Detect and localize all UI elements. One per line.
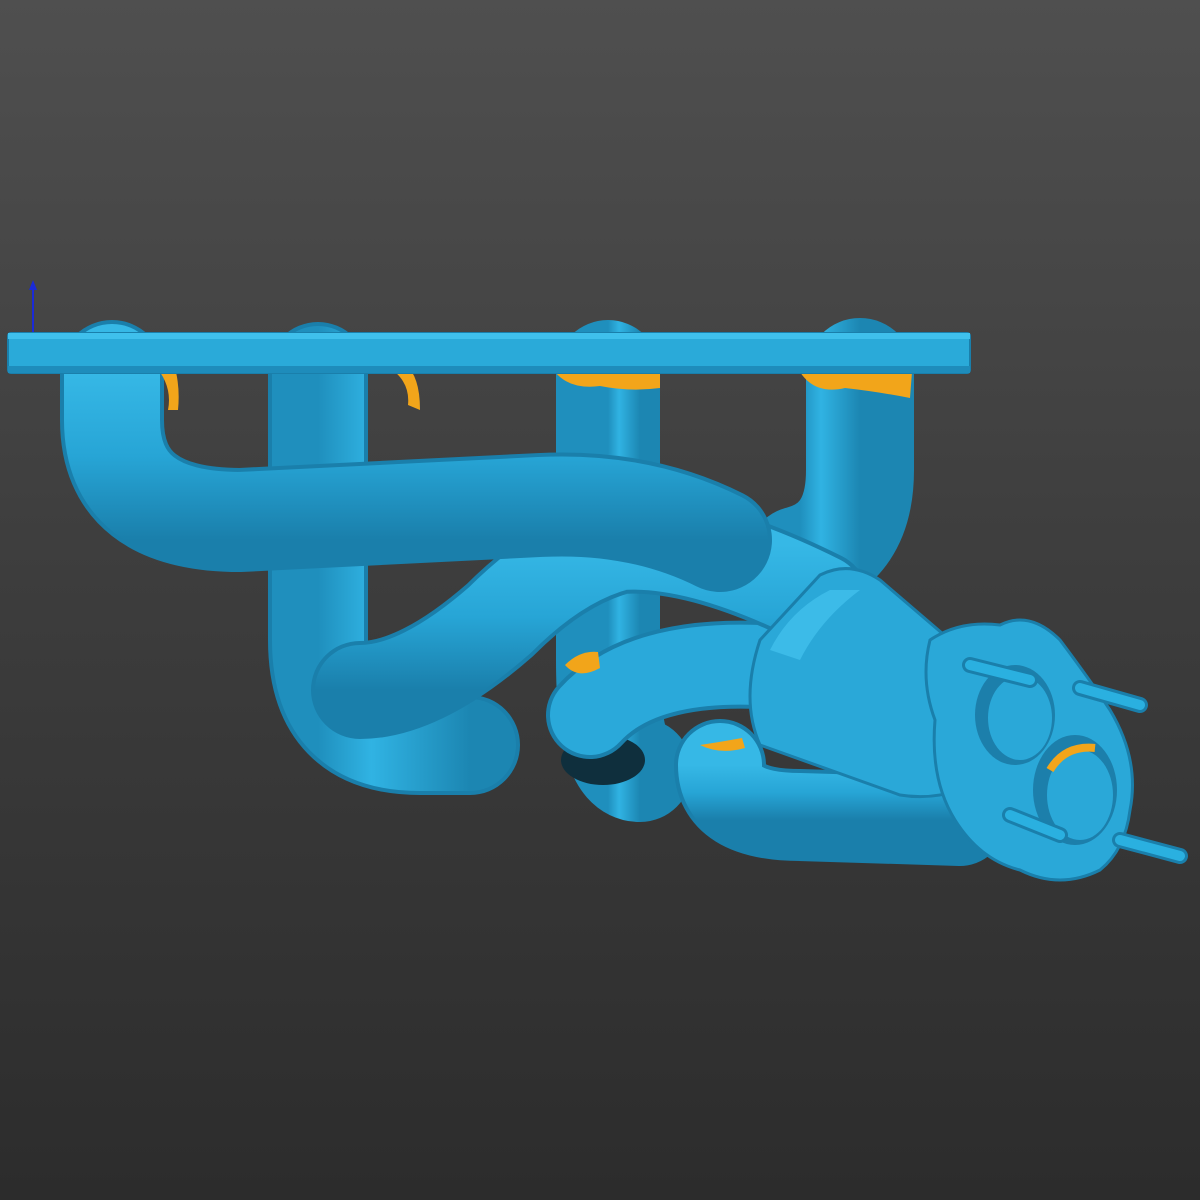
z-axis-arrow (29, 280, 37, 290)
stud-4 (1112, 832, 1188, 864)
axis-triad (29, 280, 80, 334)
3d-viewport[interactable] (0, 0, 1200, 1200)
exhaust-manifold-model[interactable] (7, 318, 1188, 882)
runner-tube-4 (746, 318, 914, 614)
head-flange-plate (7, 332, 971, 374)
model-canvas[interactable] (0, 0, 1200, 1200)
